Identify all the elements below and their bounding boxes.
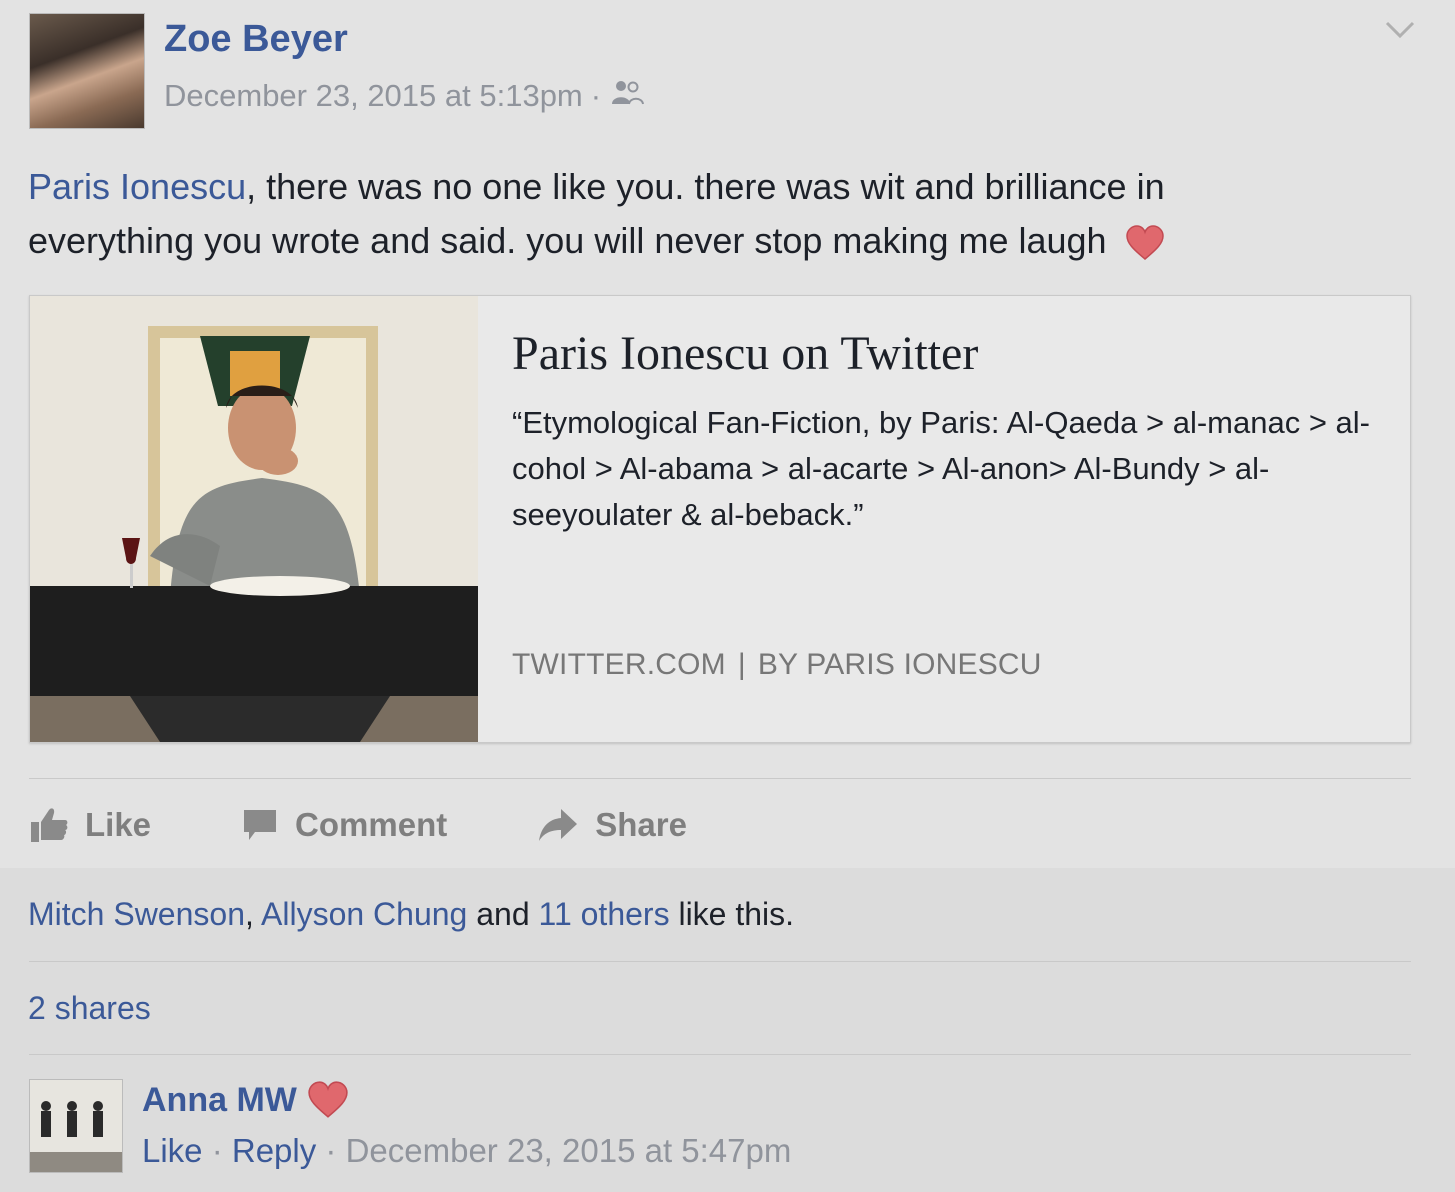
post-card: Zoe Beyer December 23, 2015 at 5:13pm · … <box>0 0 1455 868</box>
share-arrow-icon <box>539 809 578 841</box>
like-label: Like <box>85 806 152 843</box>
meta-separator: · <box>590 78 602 113</box>
comment-label: Comment <box>295 806 448 843</box>
comment-meta: Like · Reply · December 23, 2015 at 5:47… <box>142 1132 791 1170</box>
thumbs-up-icon <box>31 808 68 842</box>
author-avatar[interactable] <box>29 13 145 129</box>
post-meta: December 23, 2015 at 5:13pm · <box>164 78 645 114</box>
likes-suffix: like this. <box>669 896 795 932</box>
commenter-name[interactable]: Anna MW <box>142 1081 297 1120</box>
link-thumbnail[interactable] <box>30 296 478 742</box>
link-description: “Etymological Fan-Fiction, by Paris: Al-… <box>512 405 1371 532</box>
shares-count-link[interactable]: 2 shares <box>28 990 151 1027</box>
likes-others-link[interactable]: 11 others <box>539 896 670 932</box>
divider <box>29 961 1411 962</box>
link-byline: BY PARIS IONESCU <box>757 648 1042 681</box>
post-actions: Like Comment Share <box>29 800 777 850</box>
post-text: Paris Ionescu, there was no one like you… <box>28 160 1328 268</box>
comma: , <box>244 896 254 932</box>
comment-reply-link[interactable]: Reply <box>232 1132 316 1169</box>
source-separator: | <box>737 648 746 681</box>
commenter-avatar[interactable] <box>29 1079 123 1173</box>
heart-icon <box>1125 225 1164 261</box>
comment-icon <box>244 810 277 840</box>
liker-name[interactable]: Allyson Chung <box>261 896 467 932</box>
friends-icon[interactable] <box>609 78 645 114</box>
comment-button[interactable]: Comment <box>241 806 447 844</box>
chevron-down-icon[interactable] <box>1385 20 1415 40</box>
comment-timestamp[interactable]: December 23, 2015 at 5:47pm <box>346 1132 792 1169</box>
liker-name[interactable]: Mitch Swenson <box>28 896 245 932</box>
heart-icon <box>308 1081 348 1118</box>
divider <box>29 1054 1411 1055</box>
divider <box>29 778 1411 779</box>
share-label: Share <box>595 806 687 843</box>
meta-separator: · <box>202 1132 232 1169</box>
link-domain: TWITTER.COM <box>512 648 726 681</box>
comment-like-link[interactable]: Like <box>142 1132 203 1169</box>
likes-summary: Mitch Swenson, Allyson Chung and 11 othe… <box>28 896 794 933</box>
like-button[interactable]: Like <box>29 806 151 844</box>
mentioned-user[interactable]: Paris Ionescu <box>28 166 246 207</box>
post-timestamp[interactable]: December 23, 2015 at 5:13pm <box>164 78 583 114</box>
link-title[interactable]: Paris Ionescu on Twitter <box>512 326 978 381</box>
link-source: TWITTER.COM | BY PARIS IONESCU <box>512 648 1042 682</box>
likes-and: and <box>467 896 539 932</box>
commenter-name-row: Anna MW <box>142 1080 349 1120</box>
link-preview-card[interactable]: Paris Ionescu on Twitter “Etymological F… <box>29 295 1411 743</box>
author-name[interactable]: Zoe Beyer <box>164 18 348 61</box>
share-button[interactable]: Share <box>537 806 687 844</box>
meta-separator: · <box>316 1132 346 1169</box>
